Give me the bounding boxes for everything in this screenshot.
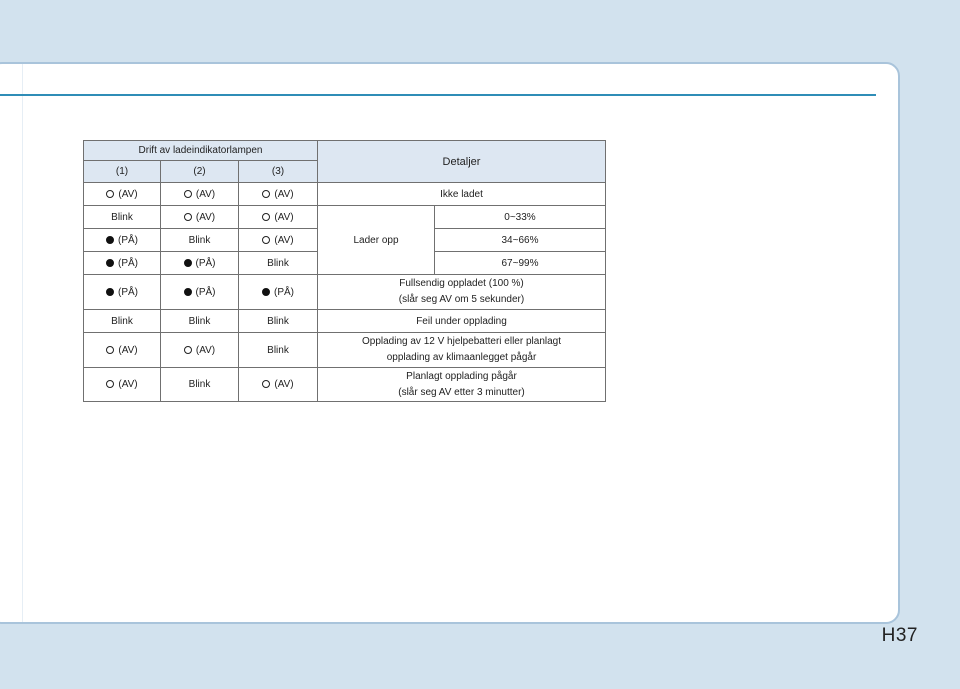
cell: (PÅ) [83,274,161,310]
detail-cell: Planlagt opplading pågår (slår seg AV et… [317,367,606,402]
page-number: H37 [881,625,918,646]
header-main: Drift av ladeindikatorlampen [83,140,318,161]
table-row: Blink Blink Blink Feil under opplading [83,309,606,333]
cell: (AV) [238,228,318,252]
cell: (AV) [238,367,318,402]
table-row: Blink (AV) (AV) Lader opp 0~33% [83,205,606,275]
open-circle-icon [106,380,115,388]
charge-indicator-table: Drift av ladeindikatorlampen Detaljer (1… [83,140,606,402]
cell: Blink [238,309,318,333]
cell: (AV) [238,205,318,229]
cell: Blink [238,251,318,275]
detail-cell: Opplading av 12 V hjelpebatteri eller pl… [317,332,606,368]
header-col-1: (1) [83,160,161,183]
cell: Blink [160,228,239,252]
cell: Blink [83,309,161,333]
header-rule [0,94,876,96]
detail-cell: Fullsendig oppladet (100 %) (slår seg AV… [317,274,606,310]
cell: Blink [160,309,239,333]
filled-circle-icon [106,287,114,296]
filled-circle-icon [106,235,114,244]
filled-circle-icon [262,287,270,296]
open-circle-icon [183,345,192,354]
detail-cell: 67~99% [434,251,606,275]
cell: (PÅ) [83,251,161,275]
cell: (PÅ) [160,274,239,310]
open-circle-icon [262,235,271,244]
cell: (PÅ) [238,274,318,310]
table-row: (AV) (AV) Blink Opplading av 12 V hjelpe… [83,332,606,368]
table-row: (PÅ) (PÅ) (PÅ) Fullsendig oppladet (100 … [83,274,606,310]
open-circle-icon [262,212,271,221]
detail-cell: Feil under opplading [317,309,606,333]
open-circle-icon [183,189,192,198]
header-details: Detaljer [317,140,606,183]
cell: (AV) [238,182,318,206]
open-circle-icon [106,189,115,198]
detail-cell: 0~33% [434,205,606,229]
cell: (AV) [160,332,239,368]
cell: (AV) [83,332,161,368]
filled-circle-icon [183,258,192,267]
cell: Blink [238,332,318,368]
filled-circle-icon [183,287,192,296]
filled-circle-icon [106,258,114,267]
open-circle-icon [262,380,271,388]
margin-line [22,64,23,622]
cell: (PÅ) [160,251,239,275]
cell: (PÅ) [83,228,161,252]
cell: (AV) [83,367,161,402]
header-col-2: (2) [160,160,239,183]
open-circle-icon [262,189,271,198]
detail-cell: Ikke ladet [317,182,606,206]
table-row: (AV) (AV) (AV) Ikke ladet [83,182,606,206]
cell: Blink [83,205,161,229]
cell: Blink [160,367,239,402]
table-row: (AV) Blink (AV) Planlagt opplading pågår… [83,367,606,402]
detail-cell: 34~66% [434,228,606,252]
cell: (AV) [160,182,239,206]
open-circle-icon [183,212,192,221]
group-cell: Lader opp [317,205,435,275]
cell: (AV) [160,205,239,229]
open-circle-icon [106,345,115,354]
cell: (AV) [83,182,161,206]
header-col-3: (3) [238,160,318,183]
